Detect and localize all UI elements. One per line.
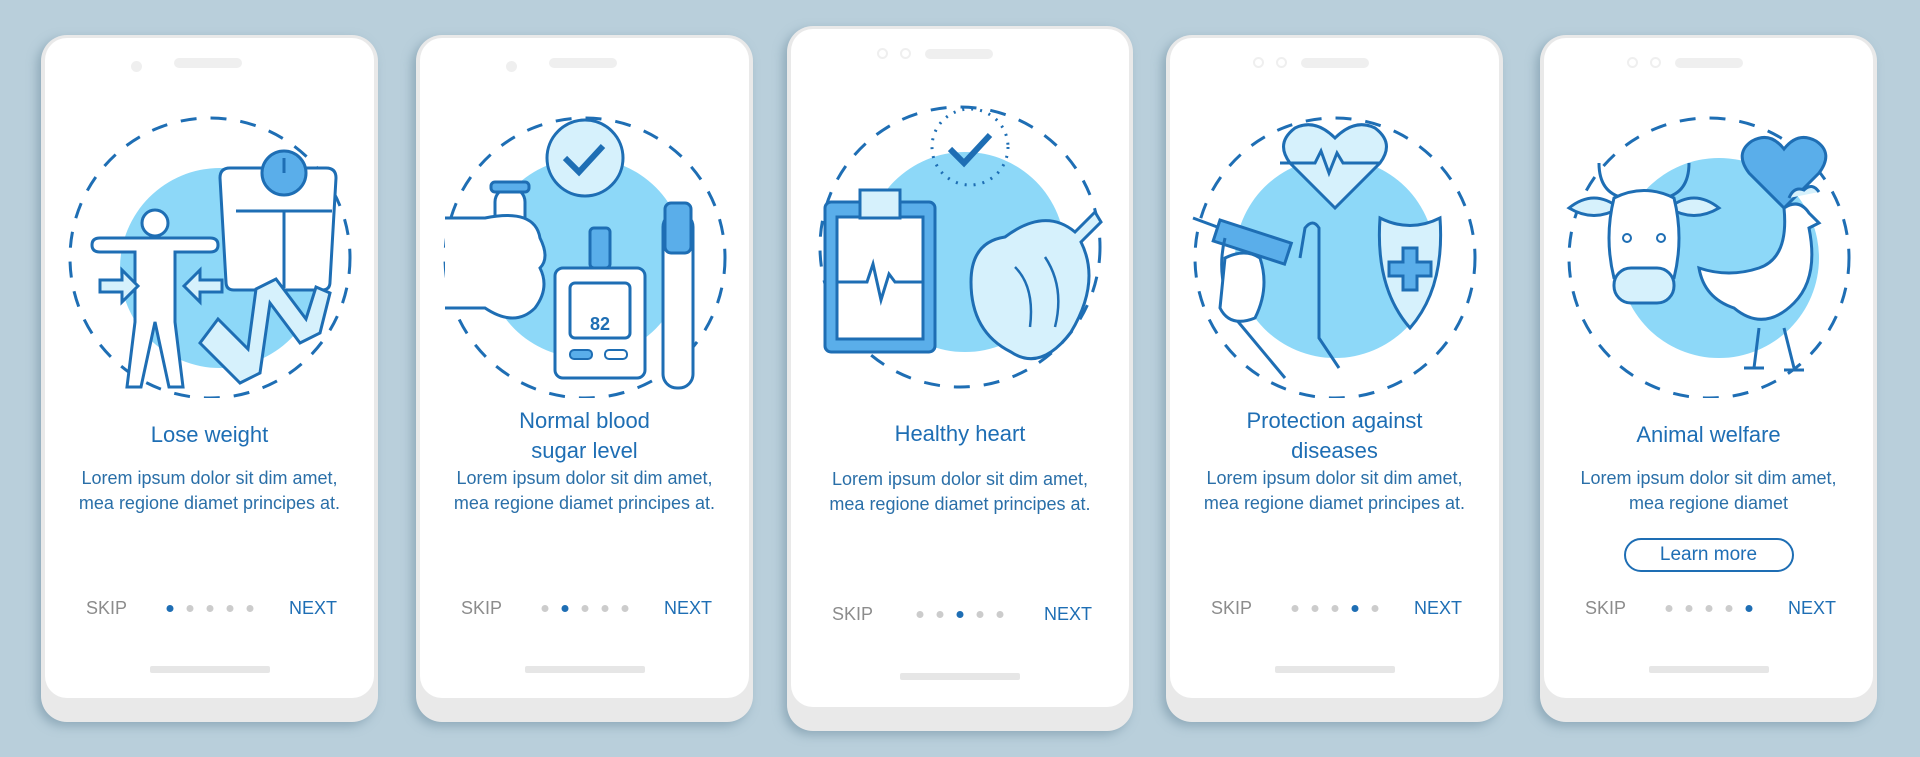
skip-button[interactable]: SKIP bbox=[461, 598, 502, 619]
page-dot-2[interactable] bbox=[1685, 605, 1692, 612]
page-dot-5[interactable] bbox=[1371, 605, 1378, 612]
screen-description: Lorem ipsum dolor sit dim amet, mea regi… bbox=[453, 468, 716, 513]
page-dot-2-active[interactable] bbox=[561, 605, 568, 612]
page-dot-4[interactable] bbox=[226, 605, 233, 612]
glucometer-reading: 82 bbox=[589, 314, 609, 334]
phone-screen: Animal welfare Lorem ipsum dolor sit dim… bbox=[1544, 38, 1873, 698]
test-strip-icon bbox=[661, 201, 694, 390]
home-indicator bbox=[900, 673, 1020, 680]
screen-description: Lorem ipsum dolor sit dim amet, mea regi… bbox=[78, 468, 341, 513]
speaker-bar bbox=[174, 58, 242, 68]
next-button[interactable]: NEXT bbox=[1414, 598, 1462, 619]
phone-screen: Healthy heart Lorem ipsum dolor sit dim … bbox=[791, 29, 1129, 707]
page-dot-1[interactable] bbox=[916, 611, 924, 618]
onboarding-screen-lose-weight: Lose weight Lorem ipsum dolor sit dim am… bbox=[41, 35, 378, 722]
page-dot-5[interactable] bbox=[621, 605, 628, 612]
camera-ring bbox=[877, 48, 888, 59]
skip-button[interactable]: SKIP bbox=[1585, 598, 1626, 619]
page-dot-1-active[interactable] bbox=[166, 605, 173, 612]
skip-button[interactable]: SKIP bbox=[1211, 598, 1252, 619]
weight-loss-illustration bbox=[45, 98, 374, 398]
speaker-bar bbox=[1675, 58, 1743, 68]
page-dot-1[interactable] bbox=[541, 605, 548, 612]
page-dot-3[interactable] bbox=[1705, 605, 1712, 612]
page-indicator bbox=[1665, 605, 1752, 612]
phone-screen: 82 Normal blood sugar level Lorem ipsum … bbox=[420, 38, 749, 698]
home-indicator bbox=[1274, 666, 1395, 673]
page-indicator bbox=[541, 605, 628, 612]
page-dot-1[interactable] bbox=[1665, 605, 1672, 612]
screen-description: Lorem ipsum dolor sit dim amet, mea regi… bbox=[829, 469, 1091, 514]
phone-screen: Protection against diseases Lorem ipsum … bbox=[1170, 38, 1499, 698]
screen-description: Lorem ipsum dolor sit dim amet, mea regi… bbox=[1580, 468, 1837, 513]
camera-ring bbox=[1253, 57, 1264, 68]
page-dot-4-active[interactable] bbox=[1351, 605, 1358, 612]
animal-welfare-illustration bbox=[1544, 98, 1873, 398]
onboarding-footer: SKIP NEXT bbox=[1544, 598, 1873, 624]
onboarding-screen-blood-sugar: 82 Normal blood sugar level Lorem ipsum … bbox=[416, 35, 753, 722]
onboarding-footer: SKIP NEXT bbox=[420, 598, 749, 624]
page-dot-3-active[interactable] bbox=[956, 611, 964, 618]
page-dot-4[interactable] bbox=[1725, 605, 1732, 612]
speaker-bar bbox=[925, 49, 993, 59]
next-button[interactable]: NEXT bbox=[1044, 604, 1092, 625]
check-circle-icon bbox=[545, 118, 624, 198]
page-indicator bbox=[166, 605, 253, 612]
page-dot-5[interactable] bbox=[996, 611, 1004, 618]
screen-title: Healthy heart bbox=[894, 421, 1026, 446]
home-indicator bbox=[1648, 666, 1769, 673]
page-dot-4[interactable] bbox=[601, 605, 608, 612]
next-button[interactable]: NEXT bbox=[1788, 598, 1836, 619]
onboarding-screen-healthy-heart: Healthy heart Lorem ipsum dolor sit dim … bbox=[787, 26, 1133, 731]
next-button[interactable]: NEXT bbox=[289, 598, 337, 619]
onboarding-screen-disease-protection: Protection against diseases Lorem ipsum … bbox=[1166, 35, 1503, 722]
disease-protection-illustration bbox=[1170, 98, 1499, 398]
page-dot-2[interactable] bbox=[186, 605, 193, 612]
speaker-bar bbox=[549, 58, 617, 68]
skip-button[interactable]: SKIP bbox=[832, 604, 873, 625]
camera-dot bbox=[506, 61, 517, 72]
camera-ring bbox=[1627, 57, 1638, 68]
scale-icon bbox=[217, 149, 338, 292]
sensor-ring bbox=[1276, 57, 1287, 68]
page-dot-5-active[interactable] bbox=[1745, 605, 1752, 612]
next-button[interactable]: NEXT bbox=[664, 598, 712, 619]
page-dot-4[interactable] bbox=[976, 611, 984, 618]
page-dot-5[interactable] bbox=[246, 605, 253, 612]
screen-title: Protection against diseases bbox=[1246, 408, 1423, 463]
page-dot-3[interactable] bbox=[206, 605, 213, 612]
sensor-ring bbox=[900, 48, 911, 59]
home-indicator bbox=[149, 666, 270, 673]
camera-dot bbox=[131, 61, 142, 72]
page-dot-1[interactable] bbox=[1291, 605, 1298, 612]
skip-button[interactable]: SKIP bbox=[86, 598, 127, 619]
learn-more-button[interactable]: Learn more bbox=[1623, 538, 1794, 572]
phone-screen: Lose weight Lorem ipsum dolor sit dim am… bbox=[45, 38, 374, 698]
page-dot-2[interactable] bbox=[936, 611, 944, 618]
screen-title: Lose weight bbox=[150, 422, 269, 447]
sensor-ring bbox=[1650, 57, 1661, 68]
clipboard-ecg-icon bbox=[823, 188, 937, 354]
onboarding-footer: SKIP NEXT bbox=[1170, 598, 1499, 624]
healthy-heart-illustration bbox=[791, 87, 1129, 389]
page-dot-3[interactable] bbox=[1331, 605, 1338, 612]
page-dot-2[interactable] bbox=[1311, 605, 1318, 612]
page-indicator bbox=[1291, 605, 1378, 612]
screen-description: Lorem ipsum dolor sit dim amet, mea regi… bbox=[1203, 468, 1466, 513]
screen-title: Animal welfare bbox=[1636, 422, 1781, 447]
speaker-bar bbox=[1301, 58, 1369, 68]
onboarding-footer: SKIP NEXT bbox=[791, 604, 1129, 630]
onboarding-screen-animal-welfare: Animal welfare Lorem ipsum dolor sit dim… bbox=[1540, 35, 1877, 722]
onboarding-footer: SKIP NEXT bbox=[45, 598, 374, 624]
blood-sugar-illustration: 82 bbox=[420, 98, 749, 398]
home-indicator bbox=[524, 666, 645, 673]
page-indicator bbox=[916, 611, 1004, 618]
screen-title: Normal blood sugar level bbox=[519, 408, 650, 463]
page-dot-3[interactable] bbox=[581, 605, 588, 612]
